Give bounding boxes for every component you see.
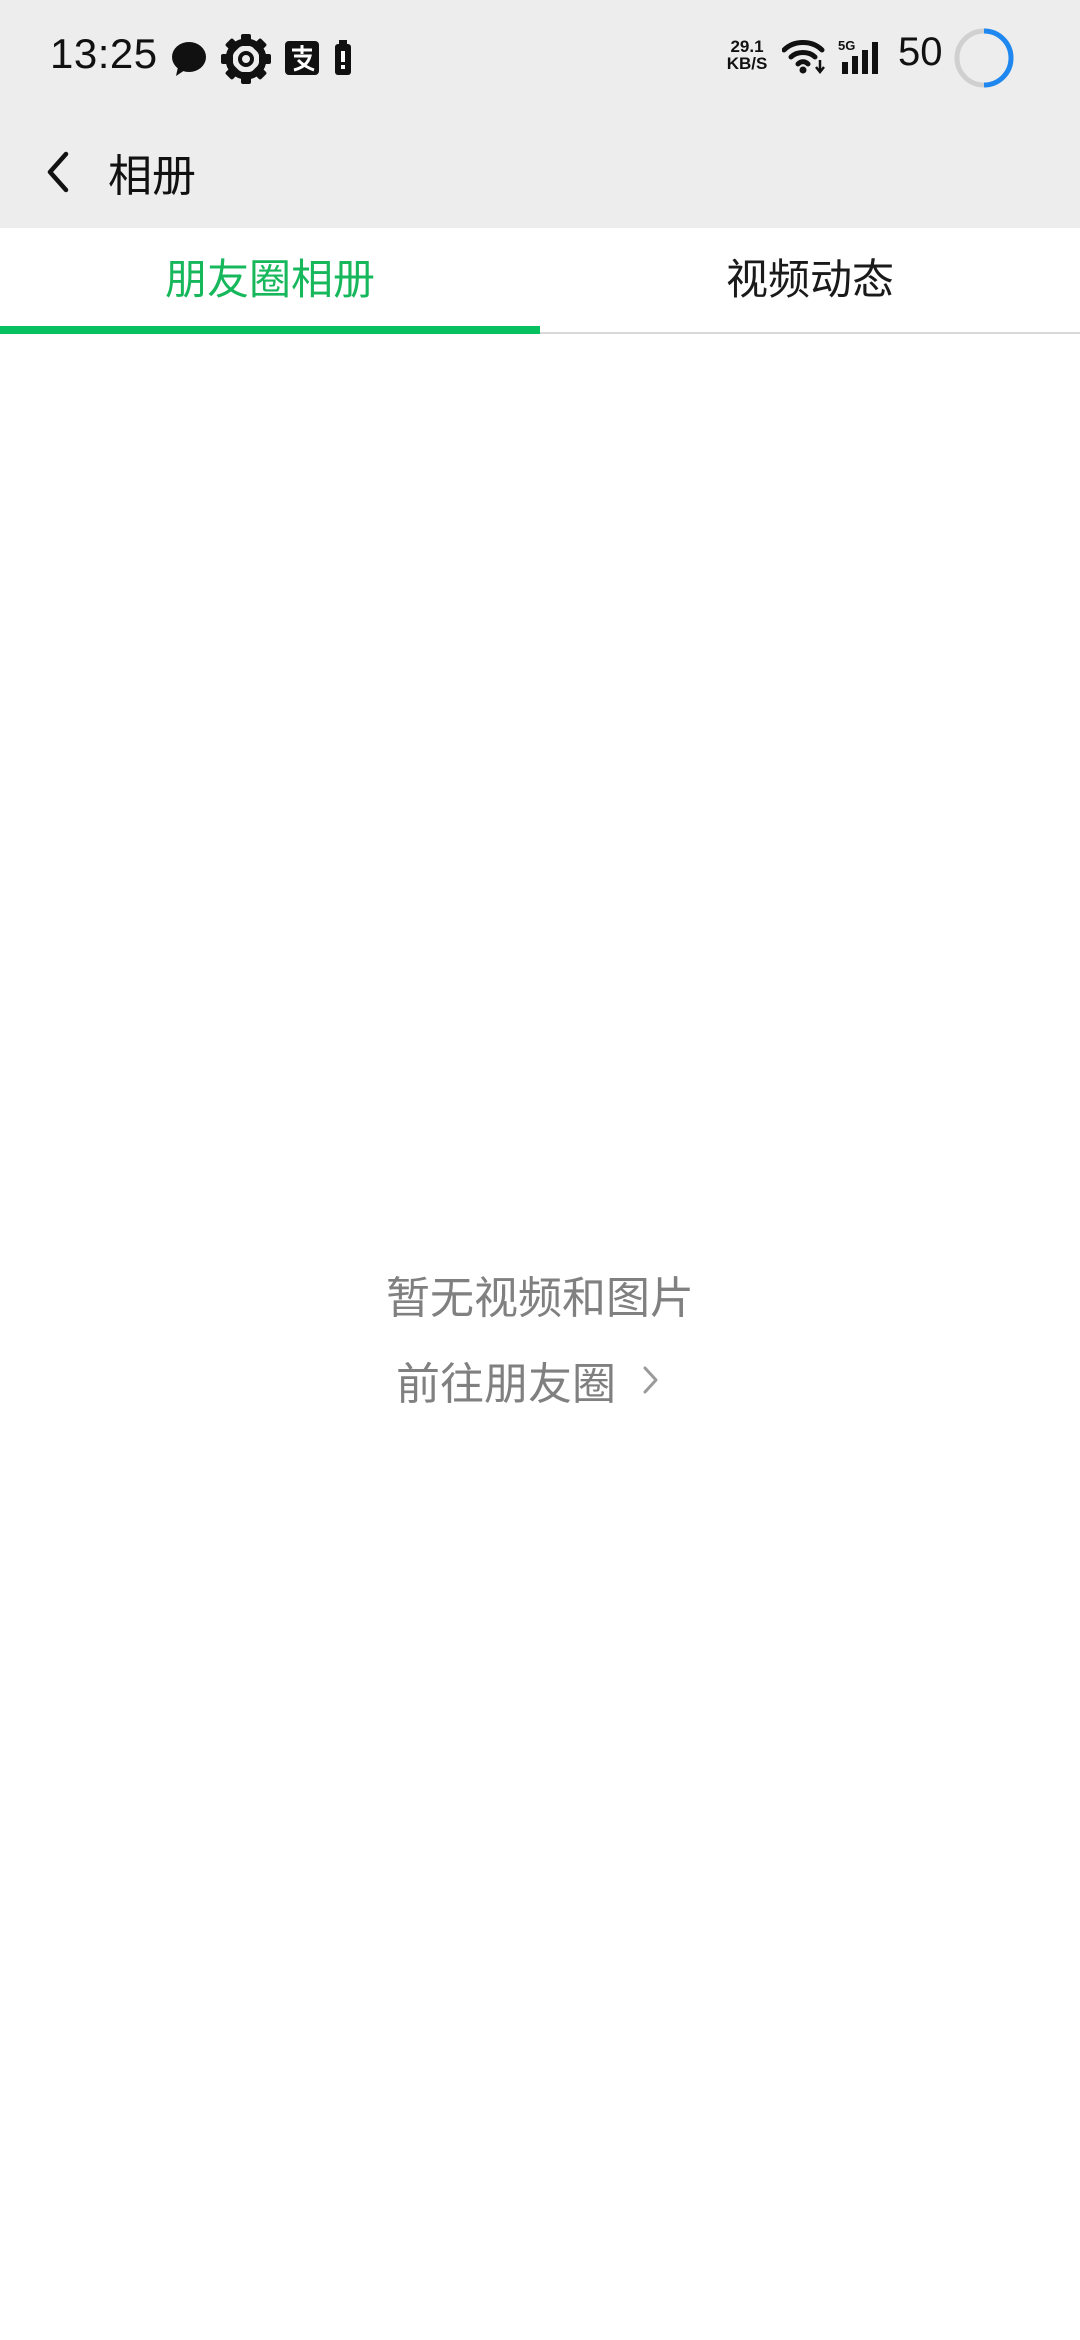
back-button[interactable] xyxy=(22,132,102,212)
network-speed-unit: KB/S xyxy=(726,54,768,73)
battery-small-icon xyxy=(335,40,351,75)
go-to-moments-label: 前往朋友圈 xyxy=(396,1359,616,1410)
tab-video-updates[interactable]: 视频动态 xyxy=(540,228,1080,332)
go-to-moments-link[interactable]: 前往朋友圈 xyxy=(396,1348,660,1412)
battery-ring-icon xyxy=(954,28,1014,88)
page-title: 相册 xyxy=(108,151,196,202)
tab-bar: 朋友圈相册 视频动态 xyxy=(0,228,1080,334)
status-bar: 13:25 29.1 KB/S 5G 50 xyxy=(0,0,1080,118)
active-tab-indicator xyxy=(0,326,540,334)
battery-level: 50 xyxy=(898,30,943,74)
chat-bubble-icon xyxy=(172,42,206,76)
empty-state-message: 暂无视频和图片 xyxy=(386,1273,694,1324)
network-type: 5G xyxy=(838,38,855,53)
network-speed: 29.1 KB/S xyxy=(724,38,770,72)
signal-icon: 5G xyxy=(838,38,878,74)
status-time: 13:25 xyxy=(50,30,158,77)
chevron-left-icon xyxy=(47,151,69,193)
chevron-right-icon xyxy=(643,1366,658,1394)
screen: 13:25 29.1 KB/S 5G 50 相册 朋友圈相册 视频动态 暂无视频… xyxy=(0,0,1080,2340)
title-bar: 相册 xyxy=(0,118,1080,228)
alipay-icon xyxy=(285,41,319,75)
network-speed-value: 29.1 xyxy=(730,37,764,56)
gear-icon xyxy=(221,34,271,84)
wifi-icon xyxy=(782,40,825,75)
tab-moments-album[interactable]: 朋友圈相册 xyxy=(0,228,540,332)
